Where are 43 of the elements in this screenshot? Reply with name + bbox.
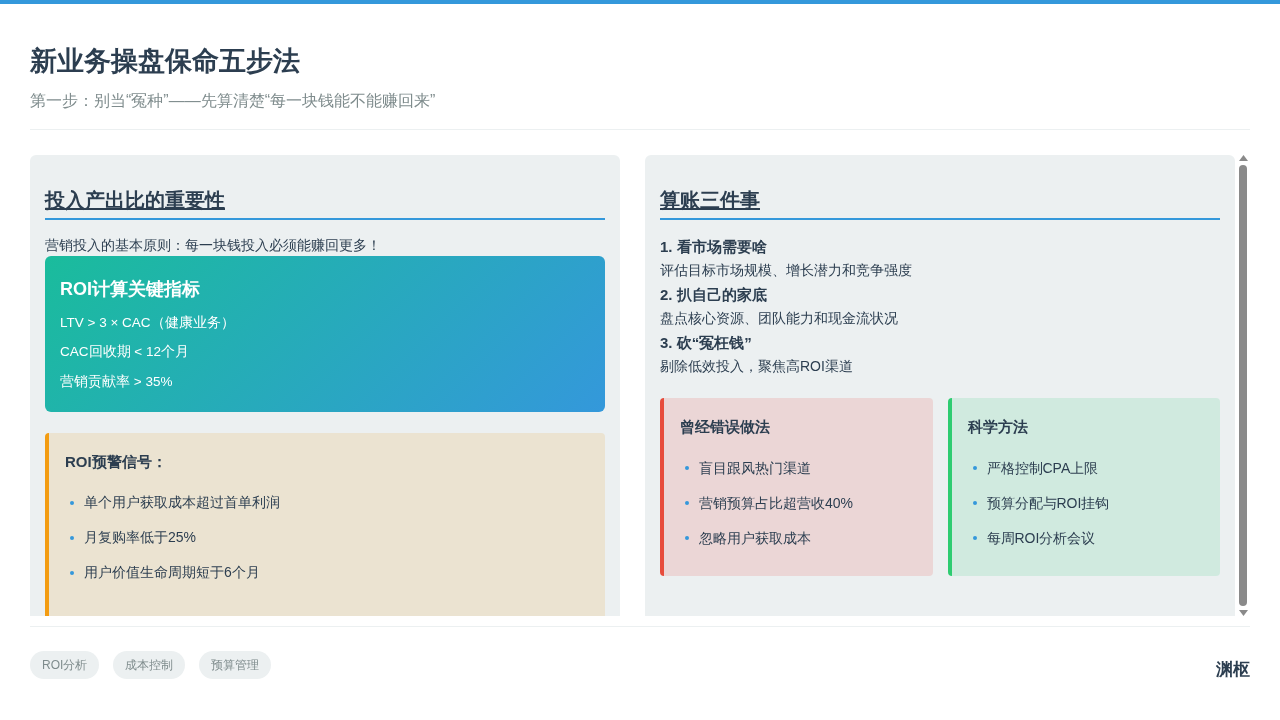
- list-item: 盲目跟风热门渠道: [699, 459, 811, 478]
- section-heading: 算账三件事: [660, 188, 1220, 221]
- scroll-up-arrow-icon[interactable]: [1238, 155, 1248, 162]
- list-item: 每周ROI分析会议: [986, 529, 1096, 548]
- list-item: 单个用户获取成本超过首单利润: [84, 493, 280, 513]
- step-title: 2. 扒自己的家底: [660, 284, 767, 305]
- bullet-icon: [70, 535, 74, 540]
- step-description: 盘点核心资源、团队能力和现金流状况: [660, 308, 898, 328]
- bullet-icon: [70, 570, 74, 575]
- tag-label: 预算管理: [199, 651, 272, 680]
- bullet-icon: [685, 536, 689, 541]
- card-title: 科学方法: [967, 417, 1029, 438]
- bullet-icon: [70, 500, 74, 505]
- list-item: 用户价值生命周期短于6个月: [84, 563, 260, 583]
- scroll-down-arrow-icon[interactable]: [1238, 610, 1248, 617]
- bullet-icon: [685, 466, 689, 471]
- step-title: 1. 看市场需要啥: [660, 237, 767, 258]
- card-title: 曾经错误做法: [680, 417, 771, 438]
- bullet-icon: [685, 501, 689, 506]
- bullet-icon: [972, 466, 977, 471]
- bullet-icon: [972, 501, 977, 506]
- card-title: ROI计算关键指标: [60, 278, 201, 302]
- list-item: 营销预算占比超营收40%: [699, 494, 854, 513]
- metric-text: CAC回收期 < 12个月: [60, 343, 189, 362]
- list-item: 月复购率低于25%: [84, 528, 197, 548]
- list-item: 预算分配与ROI挂钩: [986, 494, 1110, 513]
- step-description: 剔除低效投入，聚焦高ROI渠道: [660, 356, 853, 376]
- page-subtitle: 第一步：别当“冤种”——先算清楚“每一块钱能不能赚回来”: [30, 91, 437, 112]
- metric-text: 营销贡献率 > 35%: [60, 372, 173, 391]
- step-description: 评估目标市场规模、增长潜力和竞争强度: [660, 261, 912, 281]
- step-title: 3. 砍“冤枉钱”: [660, 332, 752, 353]
- metric-text: LTV > 3 × CAC（健康业务）: [60, 314, 235, 333]
- bullet-icon: [972, 536, 977, 541]
- list-item: 严格控制CPA上限: [986, 459, 1099, 478]
- tag-label: ROI分析: [30, 651, 100, 680]
- page-title: 新业务操盘保命五步法: [30, 45, 301, 78]
- section-heading: 投入产出比的重要性: [45, 188, 605, 221]
- card-title: ROI预警信号：: [65, 451, 168, 472]
- scrollbar-thumb[interactable]: [1239, 165, 1247, 607]
- intro-text: 营销投入的基本原则：每一块钱投入必须能赚回更多！: [45, 236, 382, 256]
- tag-label: 成本控制: [113, 651, 186, 680]
- brand-name: 渊枢: [1216, 658, 1250, 682]
- list-item: 忽略用户获取成本: [699, 529, 811, 548]
